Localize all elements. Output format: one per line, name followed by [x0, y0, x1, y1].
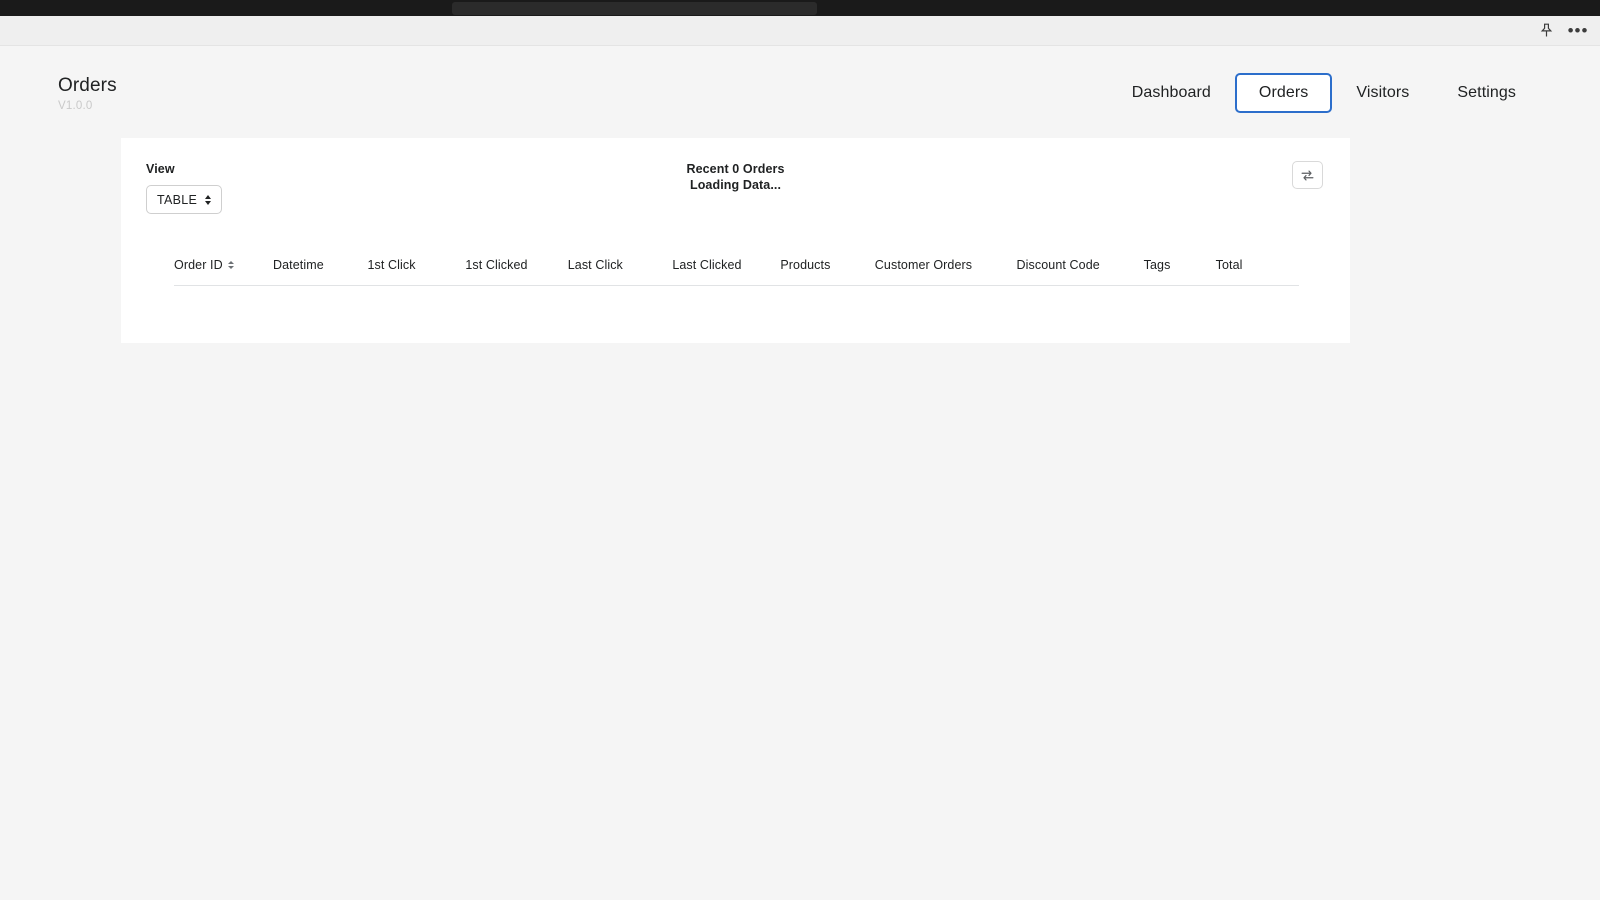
column-label: 1st Clicked — [465, 258, 528, 272]
column-header-discount-code[interactable]: Discount Code — [1016, 258, 1144, 286]
column-header-1st-click[interactable]: 1st Click — [367, 258, 466, 286]
nav-item-settings[interactable]: Settings — [1433, 73, 1540, 113]
column-header-customer-orders[interactable]: Customer Orders — [874, 258, 1017, 286]
refresh-icon — [1300, 168, 1315, 183]
column-label: Last Click — [567, 258, 623, 272]
app-header: Orders V1.0.0 Dashboard Orders Visitors … — [0, 47, 1600, 137]
orders-count-status: Recent 0 Orders — [686, 162, 785, 176]
column-label: Discount Code — [1016, 258, 1100, 272]
column-label: Last Clicked — [672, 258, 742, 272]
more-options-glyph: ••• — [1567, 20, 1589, 40]
column-header-1st-clicked[interactable]: 1st Clicked — [465, 258, 568, 286]
column-header-last-clicked[interactable]: Last Clicked — [672, 258, 781, 286]
browser-toolbar-strip: ••• — [0, 16, 1600, 46]
column-label: Total — [1215, 258, 1243, 272]
column-header-tags[interactable]: Tags — [1143, 258, 1216, 286]
view-select-value: TABLE — [157, 192, 198, 207]
view-select[interactable]: TABLE — [146, 185, 223, 214]
column-header-last-click[interactable]: Last Click — [567, 258, 673, 286]
column-label: Tags — [1143, 258, 1171, 272]
chevron-updown-icon — [205, 194, 212, 205]
column-header-datetime[interactable]: Datetime — [272, 258, 368, 286]
loading-status: Loading Data... — [689, 178, 782, 192]
pin-icon[interactable] — [1536, 21, 1556, 41]
orders-table-head: Order ID Datetime 1st Click 1st Clicked … — [174, 258, 1299, 286]
column-label: Customer Orders — [874, 258, 973, 272]
column-label: Products — [780, 258, 831, 272]
sort-arrows-icon[interactable] — [227, 261, 234, 269]
status-block: Recent 0 Orders Loading Data... — [121, 161, 1350, 193]
column-header-order-id[interactable]: Order ID — [174, 258, 273, 286]
orders-card: View TABLE Recent 0 Orders Loading Data.… — [121, 138, 1350, 343]
nav-item-visitors[interactable]: Visitors — [1332, 73, 1433, 113]
brand: Orders V1.0.0 — [58, 74, 117, 113]
column-label: Order ID — [174, 258, 223, 272]
orders-table-container: Order ID Datetime 1st Click 1st Clicked … — [174, 258, 1299, 286]
browser-address-pill[interactable] — [452, 2, 817, 15]
view-control-group: View TABLE — [146, 161, 223, 214]
orders-table: Order ID Datetime 1st Click 1st Clicked … — [174, 258, 1299, 286]
page-title: Orders — [58, 75, 117, 96]
view-label: View — [146, 162, 175, 176]
browser-top-bar — [0, 0, 1600, 16]
nav-item-orders[interactable]: Orders — [1234, 73, 1333, 113]
main-navigation: Dashboard Orders Visitors Settings — [1108, 73, 1540, 113]
app-version: V1.0.0 — [58, 100, 93, 112]
column-label: Datetime — [272, 258, 324, 272]
table-header-row: Order ID Datetime 1st Click 1st Clicked … — [174, 258, 1299, 286]
column-header-total[interactable]: Total — [1215, 258, 1299, 286]
refresh-button[interactable] — [1292, 161, 1323, 189]
column-header-products[interactable]: Products — [780, 258, 875, 286]
card-toolbar: View TABLE Recent 0 Orders Loading Data.… — [121, 138, 1350, 230]
nav-item-dashboard[interactable]: Dashboard — [1108, 73, 1235, 113]
column-label: 1st Click — [367, 258, 416, 272]
more-options-icon[interactable]: ••• — [1568, 21, 1588, 41]
